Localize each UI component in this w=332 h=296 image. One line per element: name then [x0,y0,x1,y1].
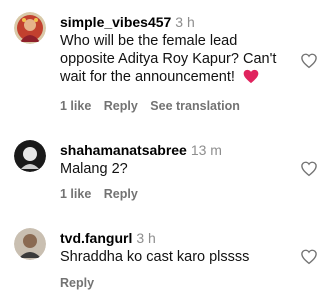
comment-text: Who will be the female lead opposite Adi… [60,32,288,89]
comment-header: shahamanatsabree 13 m [60,142,222,159]
timestamp: 13 m [190,142,222,158]
username[interactable]: shahamanatsabree [60,142,187,158]
comment-text: Malang 2? [60,161,128,177]
comment-header: simple_vibes457 3 h [60,14,195,31]
avatar[interactable] [14,140,46,172]
reply-button[interactable]: Reply [60,276,94,290]
comment-item: tvd.fangurl 3 h Shraddha ko cast karo pls… [0,218,332,296]
see-translation-button[interactable]: See translation [150,99,240,113]
username[interactable]: tvd.fangurl [60,230,132,246]
avatar[interactable] [14,12,46,44]
comment-actions: 1 like Reply [60,187,147,201]
comment-text: Shraddha ko cast karo plssss [60,249,250,265]
comment-actions: Reply [60,276,103,290]
comment-item: simple_vibes457 3 h Who will be the femal… [0,0,332,130]
red-heart-emoji-icon [243,69,259,89]
timestamp: 3 h [136,230,156,246]
heart-outline-icon[interactable] [300,52,318,70]
heart-outline-icon[interactable] [300,160,318,178]
comment-item: shahamanatsabree 13 m Malang 2? 1 like Re… [0,130,332,218]
avatar[interactable] [14,228,46,260]
heart-outline-icon[interactable] [300,248,318,266]
comment-header: tvd.fangurl 3 h [60,230,156,247]
timestamp: 3 h [175,14,195,30]
username[interactable]: simple_vibes457 [60,14,171,30]
reply-button[interactable]: Reply [104,99,138,113]
likes-count[interactable]: 1 like [60,187,91,201]
reply-button[interactable]: Reply [104,187,138,201]
likes-count[interactable]: 1 like [60,99,91,113]
comment-actions: 1 like Reply See translation [60,99,249,113]
